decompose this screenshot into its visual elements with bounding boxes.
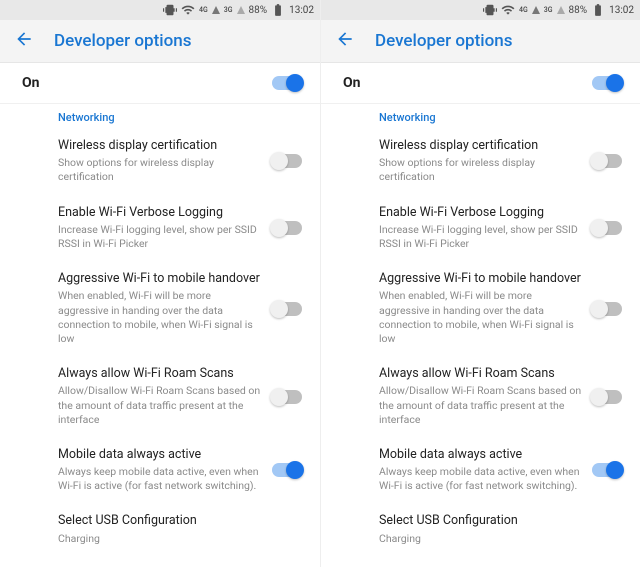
settings-item[interactable]: Aggressive Wi-Fi to mobile handover When …: [0, 261, 320, 356]
battery-percent: 88%: [249, 5, 268, 16]
settings-item[interactable]: Mobile data always active Always keep mob…: [321, 437, 640, 504]
clock: 13:02: [289, 5, 314, 16]
settings-item[interactable]: Always allow Wi-Fi Roam Scans Allow/Disal…: [321, 356, 640, 437]
toggle-switch[interactable]: [272, 221, 302, 235]
settings-item-title: Select USB Configuration: [58, 513, 302, 529]
status-bar: 4G 3G 88% 13:02: [0, 0, 320, 20]
battery-icon: [271, 3, 285, 17]
toggle-switch[interactable]: [592, 76, 622, 90]
toggle-switch[interactable]: [592, 390, 622, 404]
settings-item-subtitle: Increase Wi-Fi logging level, show per S…: [379, 223, 582, 251]
settings-item-title: Wireless display certification: [58, 138, 262, 154]
network-label-2: 3G: [544, 7, 553, 14]
master-switch-row[interactable]: On: [0, 63, 320, 104]
settings-item[interactable]: Select USB Configuration Charging: [321, 503, 640, 555]
signal-icon: [532, 6, 540, 14]
settings-item[interactable]: Mobile data always active Always keep mob…: [0, 437, 320, 504]
settings-item[interactable]: Enable Wi-Fi Verbose Logging Increase Wi-…: [321, 195, 640, 262]
section-header: Networking: [0, 104, 320, 128]
page-title: Developer options: [54, 31, 191, 51]
settings-item-subtitle: Charging: [379, 532, 622, 546]
settings-item-subtitle: Allow/Disallow Wi-Fi Roam Scans based on…: [379, 384, 582, 427]
battery-percent: 88%: [569, 5, 588, 16]
settings-item-subtitle: When enabled, Wi-Fi will be more aggress…: [58, 289, 262, 346]
settings-item[interactable]: Aggressive Wi-Fi to mobile handover When …: [321, 261, 640, 356]
signal-icon: [212, 6, 220, 14]
toggle-switch[interactable]: [592, 463, 622, 477]
back-icon: [335, 29, 355, 49]
settings-item[interactable]: Disable absolute volumeDisables the Blue…: [321, 556, 640, 567]
settings-item[interactable]: Always allow Wi-Fi Roam Scans Allow/Disal…: [0, 356, 320, 437]
wifi-icon: [501, 3, 515, 17]
app-bar: Developer options: [0, 20, 320, 63]
toggle-switch[interactable]: [272, 390, 302, 404]
settings-item-subtitle: Always keep mobile data active, even whe…: [379, 465, 582, 493]
toggle-switch[interactable]: [272, 302, 302, 316]
settings-item-title: Always allow Wi-Fi Roam Scans: [379, 366, 582, 382]
toggle-switch[interactable]: [592, 302, 622, 316]
settings-item-subtitle: Show options for wireless display certif…: [379, 156, 582, 184]
toggle-switch[interactable]: [592, 221, 622, 235]
settings-item[interactable]: Disable absolute volumeDisables the Blue…: [0, 556, 320, 567]
settings-item-title: Select USB Configuration: [379, 513, 622, 529]
app-bar: Developer options: [321, 20, 640, 63]
settings-item-title: Wireless display certification: [379, 138, 582, 154]
network-label-1: 4G: [199, 7, 208, 14]
toggle-switch[interactable]: [592, 154, 622, 168]
settings-item-title: Enable Wi-Fi Verbose Logging: [58, 205, 262, 221]
toggle-switch[interactable]: [272, 154, 302, 168]
settings-item[interactable]: Select USB Configuration Charging: [0, 503, 320, 555]
page-title: Developer options: [375, 31, 512, 51]
back-icon: [14, 29, 34, 49]
settings-item-subtitle: Increase Wi-Fi logging level, show per S…: [58, 223, 262, 251]
settings-item-title: Enable Wi-Fi Verbose Logging: [379, 205, 582, 221]
battery-icon: [591, 3, 605, 17]
section-header: Networking: [321, 104, 640, 128]
settings-item-title: Mobile data always active: [58, 447, 262, 463]
vibrate-icon: [163, 3, 177, 17]
master-switch-label: On: [343, 75, 361, 91]
wifi-icon: [181, 3, 195, 17]
clock: 13:02: [609, 5, 634, 16]
back-button[interactable]: [335, 29, 355, 53]
settings-item-subtitle: Charging: [58, 532, 302, 546]
settings-item[interactable]: Enable Wi-Fi Verbose Logging Increase Wi-…: [0, 195, 320, 262]
signal-icon: [237, 6, 245, 14]
network-label-2: 3G: [224, 7, 233, 14]
settings-item-subtitle: When enabled, Wi-Fi will be more aggress…: [379, 289, 582, 346]
toggle-switch[interactable]: [272, 463, 302, 477]
back-button[interactable]: [14, 29, 34, 53]
vibrate-icon: [483, 3, 497, 17]
toggle-switch[interactable]: [272, 76, 302, 90]
settings-item-title: Mobile data always active: [379, 447, 582, 463]
settings-item-subtitle: Show options for wireless display certif…: [58, 156, 262, 184]
settings-item-subtitle: Always keep mobile data active, even whe…: [58, 465, 262, 493]
signal-icon: [557, 6, 565, 14]
settings-item[interactable]: Wireless display certification Show optio…: [321, 128, 640, 195]
master-switch-row[interactable]: On: [321, 63, 640, 104]
settings-item[interactable]: Wireless display certification Show optio…: [0, 128, 320, 195]
network-label-1: 4G: [519, 7, 528, 14]
master-switch-label: On: [22, 75, 40, 91]
settings-item-title: Aggressive Wi-Fi to mobile handover: [58, 271, 262, 287]
settings-item-subtitle: Allow/Disallow Wi-Fi Roam Scans based on…: [58, 384, 262, 427]
settings-item-title: Always allow Wi-Fi Roam Scans: [58, 366, 262, 382]
status-bar: 4G 3G 88% 13:02: [321, 0, 640, 20]
settings-item-title: Aggressive Wi-Fi to mobile handover: [379, 271, 582, 287]
